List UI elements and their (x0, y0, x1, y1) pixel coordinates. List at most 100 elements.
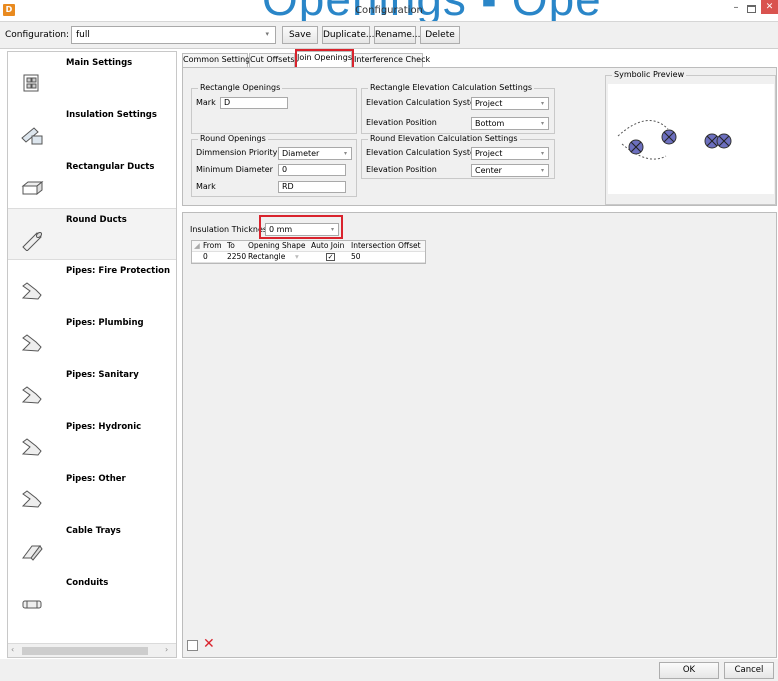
insulation-panel: Insulation Thickness 0 mm ▾ ◢ From To Ope… (182, 212, 777, 658)
configuration-value: full (76, 30, 90, 40)
sidebar-item-cable-trays[interactable]: Cable Trays (8, 520, 176, 572)
maximize-icon[interactable] (747, 5, 756, 13)
sidebar-item-pipes-fire-protection[interactable]: Pipes: Fire Protection (8, 260, 176, 312)
chevron-down-icon: ▾ (540, 120, 544, 127)
chevron-down-icon: ▾ (540, 100, 544, 107)
dimension-priority-select[interactable]: Diameter ▾ (278, 147, 352, 160)
group-title: Rectangle Openings (198, 83, 283, 92)
sidebar-item-label: Conduits (66, 578, 109, 588)
close-icon[interactable]: ✕ (761, 0, 778, 14)
pipe-icon (21, 334, 42, 352)
select-value: Project (475, 149, 503, 158)
sidebar-item-label: Main Settings (66, 58, 133, 68)
add-row-button[interactable] (187, 640, 198, 651)
tab-highlight-box (295, 49, 354, 69)
sidebar-item-label: Pipes: Hydronic (66, 422, 142, 432)
round-openings-group: Round Openings Dimmension Priority Diame… (191, 134, 357, 197)
rectangle-elevation-group: Rectangle Elevation Calculation Settings… (361, 83, 555, 134)
scroll-right-icon[interactable]: › (165, 645, 168, 654)
select-value: Project (475, 99, 503, 108)
scrollbar-thumb[interactable] (22, 647, 148, 655)
delete-button[interactable]: Delete (420, 26, 460, 44)
cell-intersection-offset[interactable]: 50 (351, 252, 361, 263)
chevron-down-icon: ▾ (343, 150, 347, 157)
save-button[interactable]: Save (282, 26, 318, 44)
configuration-label: Configuration: (5, 30, 70, 40)
minimum-diameter-field[interactable]: 0 (278, 164, 346, 176)
sidebar-item-label: Rectangular Ducts (66, 162, 155, 172)
window-title: Configuration (355, 5, 423, 16)
cell-to[interactable]: 2250 (227, 252, 246, 263)
sidebar-item-pipes-other[interactable]: Pipes: Other (8, 468, 176, 520)
group-title: Round Elevation Calculation Settings (368, 134, 520, 143)
round-elevation-position-select[interactable]: Center ▾ (471, 164, 549, 177)
round-elevation-system-select[interactable]: Project ▾ (471, 147, 549, 160)
sidebar-item-pipes-hydronic[interactable]: Pipes: Hydronic (8, 416, 176, 468)
rect-elevation-position-label: Elevation Position (366, 118, 437, 127)
rect-mark-field[interactable]: D (220, 97, 288, 109)
column-header-opening-shape[interactable]: Opening Shape (248, 241, 306, 252)
chevron-down-icon[interactable]: ▾ (295, 252, 299, 263)
conduit-icon (22, 600, 42, 609)
insulation-icon (21, 127, 43, 145)
openings-table: ◢ From To Opening Shape Auto Join Inters… (191, 240, 426, 264)
sidebar-item-main-settings[interactable]: Main Settings (8, 52, 176, 104)
rect-elevation-position-select[interactable]: Bottom ▾ (471, 117, 549, 130)
tab-cut-offsets[interactable]: Cut Offsets (249, 53, 295, 67)
ok-button[interactable]: OK (659, 662, 719, 679)
group-title: Rectangle Elevation Calculation Settings (368, 83, 535, 92)
table-row[interactable]: 0 2250 Rectangle ▾ ✓ 50 (192, 252, 425, 263)
round-mark-field[interactable]: RD (278, 181, 346, 193)
sidebar-item-insulation-settings[interactable]: Insulation Settings (8, 104, 176, 156)
auto-join-checkbox[interactable]: ✓ (326, 253, 335, 261)
round-mark-label: Mark (196, 182, 216, 191)
sidebar-item-pipes-plumbing[interactable]: Pipes: Plumbing (8, 312, 176, 364)
pipe-icon (21, 490, 42, 508)
rect-mark-label: Mark (196, 98, 216, 107)
sidebar-item-round-ducts[interactable]: Round Ducts (8, 208, 176, 260)
sidebar-item-label: Pipes: Plumbing (66, 318, 144, 328)
select-value: Center (475, 166, 502, 175)
rectangle-openings-group: Rectangle Openings Mark D (191, 83, 357, 134)
column-header-to[interactable]: To (227, 241, 235, 252)
rect-duct-icon (21, 180, 44, 196)
tab-interference-check[interactable]: Interference Check (353, 53, 430, 67)
delete-row-icon[interactable]: ✕ (203, 637, 215, 651)
sidebar-item-rectangular-ducts[interactable]: Rectangular Ducts (8, 156, 176, 208)
chevron-down-icon: ▾ (265, 30, 269, 38)
settings-sidebar: Main Settings Insulation Settings Rectan… (7, 51, 177, 658)
minimum-diameter-label: Minimum Diameter (196, 165, 273, 174)
group-title: Round Openings (198, 134, 268, 143)
group-title: Symbolic Preview (612, 70, 687, 79)
configuration-bar: Configuration: full ▾ Save Duplicate... … (0, 21, 778, 49)
minimize-icon[interactable]: – (730, 3, 742, 15)
rect-elevation-system-label: Elevation Calculation System (366, 98, 483, 107)
duplicate-button[interactable]: Duplicate... (322, 26, 374, 44)
rename-button[interactable]: Rename... (374, 26, 421, 44)
column-header-from[interactable]: From (203, 241, 222, 252)
table-header: ◢ From To Opening Shape Auto Join Inters… (192, 241, 425, 252)
select-value: Bottom (475, 119, 505, 128)
insulation-highlight-box (259, 215, 343, 239)
round-duct-icon (22, 231, 43, 251)
sidebar-item-conduits[interactable]: Conduits (8, 572, 176, 624)
configuration-select[interactable]: full ▾ (71, 26, 276, 44)
round-elevation-system-label: Elevation Calculation System (366, 148, 483, 157)
select-value: Diameter (282, 149, 320, 158)
column-header-auto-join[interactable]: Auto Join (311, 241, 344, 252)
column-header-intersection-offset[interactable]: Intersection Offset (351, 241, 421, 252)
pipe-icon (21, 282, 42, 300)
round-elevation-group: Round Elevation Calculation Settings Ele… (361, 134, 555, 179)
tab-common-settings[interactable]: Common Settings (182, 53, 254, 67)
sidebar-item-pipes-sanitary[interactable]: Pipes: Sanitary (8, 364, 176, 416)
rect-elevation-system-select[interactable]: Project ▾ (471, 97, 549, 110)
scroll-left-icon[interactable]: ‹ (11, 645, 14, 654)
sidebar-item-label: Round Ducts (66, 215, 127, 225)
cell-from[interactable]: 0 (203, 252, 208, 263)
sidebar-item-label: Insulation Settings (66, 110, 157, 120)
cancel-button[interactable]: Cancel (724, 662, 774, 679)
sidebar-horizontal-scrollbar[interactable]: ‹ › (8, 643, 176, 657)
round-elevation-position-label: Elevation Position (366, 165, 437, 174)
cell-opening-shape[interactable]: Rectangle (248, 252, 285, 263)
chevron-down-icon: ▾ (540, 150, 544, 157)
